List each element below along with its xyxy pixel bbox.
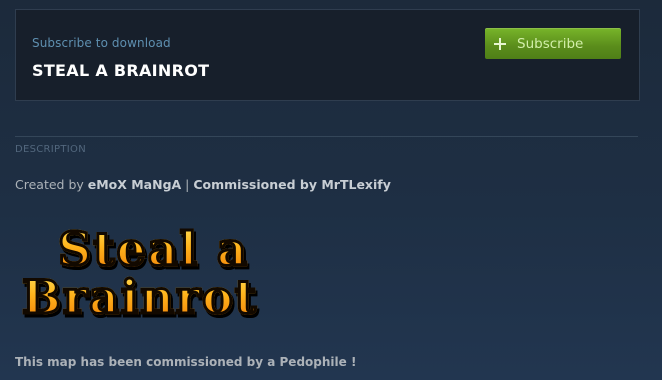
plus-icon [494,37,506,50]
section-divider [15,136,638,137]
description-note: This map has been commissioned by a Pedo… [15,355,357,369]
credits-prefix: Created by [15,177,88,192]
subscribe-button-label: Subscribe [517,35,584,52]
author-name: eMoX MaNgA [87,177,182,192]
subscribe-button[interactable]: Subscribe [485,28,621,59]
item-title: STEAL A BRAINROT [32,61,210,80]
subscribe-caption: Subscribe to download [32,36,171,50]
commissioned-by: Commissioned by MrTLexify [193,177,391,192]
credits-separator: | [181,177,194,192]
logo-image: Steal a Brainrot [21,221,392,326]
logo-line-2: Brainrot [21,269,392,326]
description-heading: DESCRIPTION [15,144,86,155]
credits-line: Created by eMoX MaNgA | Commissioned by … [15,177,391,192]
logo-line-1: Steal a [57,221,428,278]
subscribe-panel: Subscribe to download STEAL A BRAINROT S… [15,9,640,101]
